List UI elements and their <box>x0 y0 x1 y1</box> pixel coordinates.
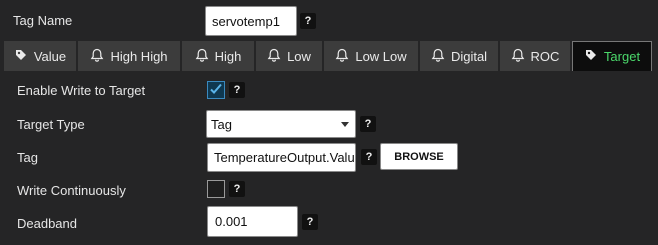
write-continuously-help-icon[interactable]: ? <box>229 181 245 197</box>
tag-name-help-icon[interactable]: ? <box>300 13 316 29</box>
tab-high[interactable]: High <box>182 41 256 71</box>
target-type-value: Tag <box>211 116 232 132</box>
enable-write-label: Enable Write to Target <box>17 83 146 98</box>
deadband-help-icon[interactable]: ? <box>302 214 318 230</box>
tab-label: Target <box>603 49 641 64</box>
tab-label: High High <box>110 48 168 64</box>
enable-write-help-icon[interactable]: ? <box>229 82 245 98</box>
bell-icon <box>267 48 281 65</box>
tag-help-icon[interactable]: ? <box>361 149 377 165</box>
enable-write-checkbox[interactable] <box>207 81 225 99</box>
deadband-label: Deadband <box>17 216 77 231</box>
target-type-select[interactable]: Tag <box>206 110 356 138</box>
tab-label: ROC <box>530 48 560 64</box>
tag-name-label: Tag Name <box>13 13 73 28</box>
tag-icon <box>14 48 28 65</box>
bell-icon <box>335 48 349 65</box>
bell-icon <box>90 48 104 65</box>
alarm-tab-bar: Value High High High Low Low Low Digital… <box>4 41 652 71</box>
bell-icon <box>511 48 525 65</box>
browse-button[interactable]: BROWSE <box>380 143 458 170</box>
tab-label: Digital <box>450 48 488 64</box>
tab-value[interactable]: Value <box>4 41 78 71</box>
tag-name-input[interactable]: servotemp1 <box>205 6 297 36</box>
tab-roc[interactable]: ROC <box>500 41 572 71</box>
tab-low-low[interactable]: Low Low <box>324 41 420 71</box>
tag-label: Tag <box>17 150 38 165</box>
tab-high-high[interactable]: High High <box>78 41 182 71</box>
tab-digital[interactable]: Digital <box>420 41 500 71</box>
tab-label: High <box>214 48 242 64</box>
chevron-down-icon <box>341 121 349 127</box>
deadband-input[interactable]: 0.001 <box>207 206 298 237</box>
tab-label: Low Low <box>355 48 407 64</box>
tab-label: Low <box>287 48 311 64</box>
target-type-help-icon[interactable]: ? <box>360 116 376 132</box>
target-type-label: Target Type <box>17 117 85 132</box>
write-continuously-checkbox[interactable] <box>207 180 225 198</box>
tab-target[interactable]: Target <box>572 41 652 71</box>
checkmark-icon <box>209 82 223 99</box>
bell-icon <box>195 48 209 65</box>
bell-icon <box>431 48 445 65</box>
tab-low[interactable]: Low <box>256 41 324 71</box>
tab-label: Value <box>33 48 67 64</box>
tag-icon <box>584 48 598 65</box>
write-continuously-label: Write Continuously <box>17 183 126 198</box>
tag-input[interactable]: TemperatureOutput.Value <box>207 143 356 172</box>
